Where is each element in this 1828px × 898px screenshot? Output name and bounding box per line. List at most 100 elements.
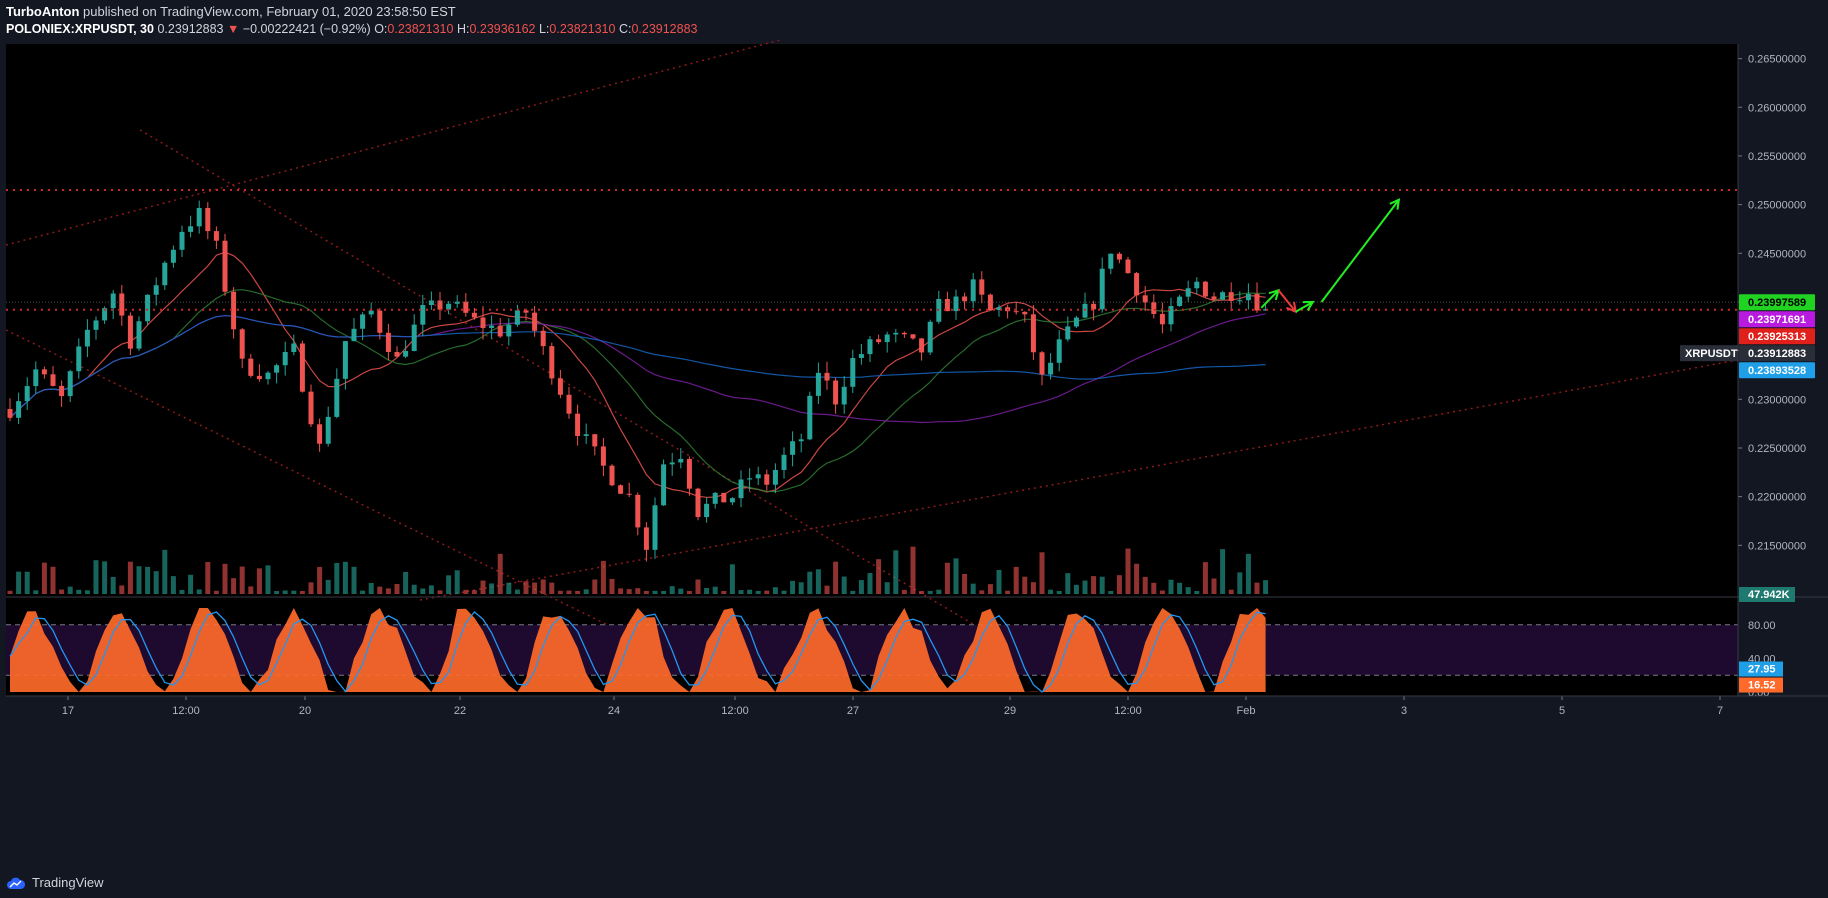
symbol-tag: XRPUSDT bbox=[1685, 348, 1738, 360]
volume-bar bbox=[1125, 548, 1131, 594]
high-value: 0.23936162 bbox=[469, 22, 536, 36]
volume-bar bbox=[944, 562, 950, 594]
volume-bar bbox=[145, 566, 151, 594]
volume-bar bbox=[910, 546, 916, 594]
volume-bar bbox=[987, 584, 993, 594]
volume-bar bbox=[747, 589, 753, 594]
volume-bar bbox=[1039, 552, 1045, 594]
volume-bar bbox=[127, 561, 133, 594]
volume-bar bbox=[7, 590, 13, 594]
volume-bar bbox=[1177, 582, 1183, 594]
volume-bar bbox=[738, 590, 744, 594]
volume-bar bbox=[583, 589, 589, 594]
candle bbox=[661, 459, 667, 507]
volume-bar bbox=[790, 580, 796, 594]
candle bbox=[618, 484, 624, 494]
open-label: O: bbox=[374, 22, 388, 36]
volume-bar bbox=[1082, 580, 1088, 594]
volume-bar bbox=[557, 590, 563, 594]
candle bbox=[652, 497, 658, 559]
volume-bar bbox=[669, 586, 675, 594]
volume-bar bbox=[50, 566, 56, 594]
volume-bar bbox=[721, 590, 727, 594]
volume-bar bbox=[33, 590, 39, 594]
publish-info: TurboAnton published on TradingView.com,… bbox=[6, 4, 456, 20]
volume-bar bbox=[1091, 576, 1097, 594]
volume-bar bbox=[936, 589, 942, 594]
time-tick-label: 27 bbox=[847, 705, 859, 717]
volume-bar bbox=[1030, 582, 1036, 594]
volume-bar bbox=[265, 565, 271, 594]
plot-area bbox=[6, 44, 1738, 696]
volume-bar bbox=[566, 590, 572, 594]
volume-bar bbox=[867, 573, 873, 594]
volume-bar bbox=[446, 575, 452, 594]
volume-bar bbox=[712, 586, 718, 594]
volume-bar bbox=[815, 569, 821, 594]
price-tick-label: 0.26500000 bbox=[1748, 54, 1806, 66]
volume-bar bbox=[540, 579, 546, 594]
volume-bar bbox=[893, 550, 899, 594]
volume-bar bbox=[256, 568, 262, 594]
candle bbox=[299, 340, 305, 393]
price-tick-label: 0.25500000 bbox=[1748, 151, 1806, 163]
volume-bar bbox=[1108, 590, 1114, 594]
volume-bar bbox=[772, 587, 778, 594]
volume-bar bbox=[979, 590, 985, 594]
price-tick-label: 0.26000000 bbox=[1748, 102, 1806, 114]
volume-bar bbox=[24, 571, 30, 594]
volume-bar bbox=[497, 553, 503, 594]
volume-bar bbox=[704, 588, 710, 594]
symbol-label: POLONIEX:XRPUSDT, 30 bbox=[6, 22, 154, 36]
volume-bar bbox=[179, 589, 185, 594]
volume-bar bbox=[755, 590, 761, 594]
author-name[interactable]: TurboAnton bbox=[6, 4, 79, 19]
volume-bar bbox=[652, 590, 658, 594]
time-tick-label: 3 bbox=[1401, 705, 1407, 717]
volume-bar bbox=[231, 578, 237, 594]
tradingview-logo[interactable]: TradingView bbox=[6, 875, 104, 890]
volume-bar bbox=[377, 586, 383, 594]
volume-bar bbox=[317, 566, 323, 594]
volume-bar bbox=[282, 590, 288, 594]
volume-bar bbox=[514, 589, 520, 594]
time-tick-label: 22 bbox=[454, 705, 466, 717]
volume-bar bbox=[196, 589, 202, 594]
volume-bar bbox=[1065, 573, 1071, 594]
volume-bar bbox=[695, 579, 701, 594]
close-label: C: bbox=[618, 22, 632, 36]
volume-bar bbox=[67, 586, 73, 594]
svg-text:0.23925313: 0.23925313 bbox=[1748, 331, 1806, 343]
volume-bar bbox=[471, 590, 477, 594]
volume-bar bbox=[506, 582, 512, 594]
volume-bar bbox=[463, 589, 469, 594]
volume-bar bbox=[884, 582, 890, 594]
volume-bar bbox=[824, 585, 830, 594]
volume-bar bbox=[93, 560, 99, 594]
volume-bar bbox=[798, 582, 804, 594]
low-value: 0.23821310 bbox=[549, 22, 616, 36]
price-chart[interactable]: 0.26500000 0.26000000 0.25500000 0.25000000… bbox=[0, 40, 1828, 862]
volume-bar bbox=[16, 571, 22, 594]
volume-bar bbox=[41, 562, 47, 594]
candle bbox=[721, 492, 727, 503]
ohlc-legend: POLONIEX:XRPUSDT, 30 0.23912883 ▼ −0.002… bbox=[6, 21, 697, 37]
volume-bar bbox=[678, 588, 684, 594]
volume-bar bbox=[1013, 566, 1019, 594]
price-tick-label: 0.25000000 bbox=[1748, 200, 1806, 212]
volume-bar bbox=[927, 590, 933, 594]
volume-bar bbox=[1194, 590, 1200, 594]
volume-bar bbox=[1134, 563, 1140, 594]
volume-bar bbox=[205, 561, 211, 594]
volume-bar bbox=[609, 578, 615, 594]
svg-text:0.23971691: 0.23971691 bbox=[1748, 314, 1806, 326]
volume-bar bbox=[781, 590, 787, 594]
time-tick-label: 29 bbox=[1004, 705, 1016, 717]
price-badge: 0.23912883 bbox=[1739, 345, 1815, 362]
volume-bar bbox=[729, 564, 735, 594]
volume-bar bbox=[291, 590, 297, 594]
volume-bar bbox=[592, 579, 598, 594]
volume-bar bbox=[102, 561, 108, 594]
volume-bar bbox=[222, 563, 228, 594]
price-badge: 0.23893528 bbox=[1739, 362, 1815, 379]
